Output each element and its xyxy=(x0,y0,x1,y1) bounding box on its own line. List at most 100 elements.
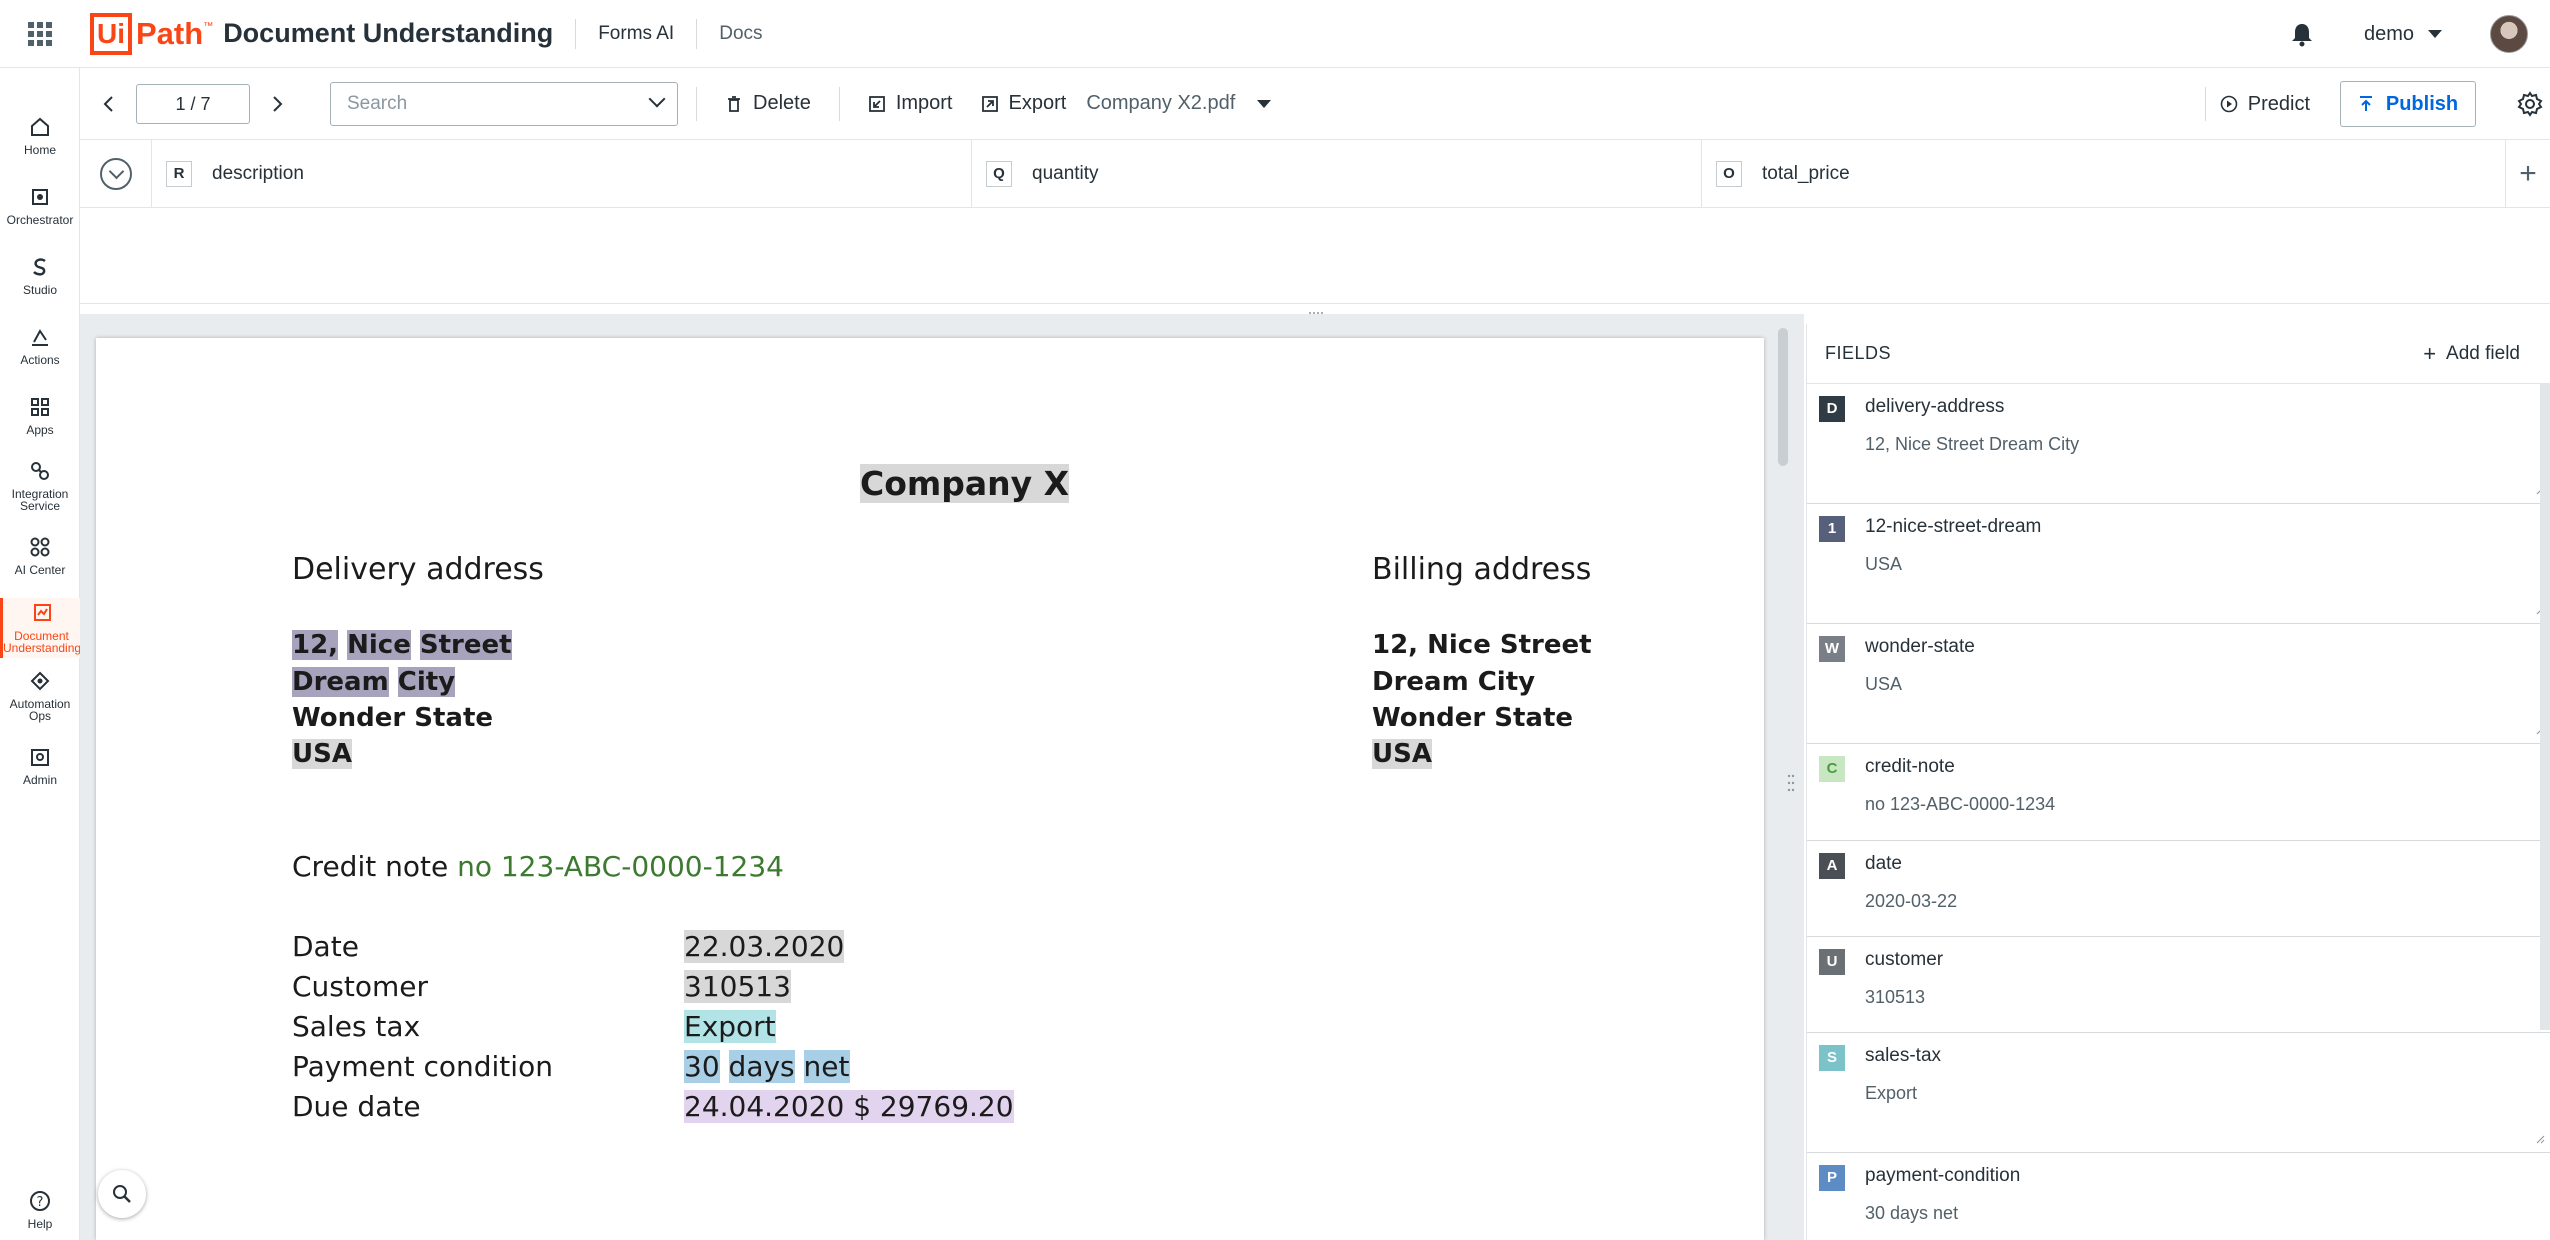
doc-due-date-value[interactable]: 24.04.2020 $ 29769.20 xyxy=(684,1090,1014,1123)
resize-handle-icon[interactable] xyxy=(2535,1134,2545,1144)
doc-delivery-line1[interactable]: 12, Nice Street xyxy=(292,630,512,660)
add-field-button[interactable]: + Add field xyxy=(2423,341,2520,367)
doc-word[interactable]: Street xyxy=(419,630,512,660)
nav-item-help[interactable]: ? Help xyxy=(0,1190,80,1230)
doc-delivery-line3[interactable]: Wonder State xyxy=(292,703,493,733)
logo-path: Path xyxy=(136,15,204,51)
help-icon: ? xyxy=(29,1190,51,1212)
column-header-quantity[interactable]: Q quantity xyxy=(972,139,1702,208)
predict-button[interactable]: Predict xyxy=(2220,93,2310,116)
previous-document-chevron-left-icon[interactable] xyxy=(90,86,126,122)
integration-service-icon xyxy=(29,460,51,482)
doc-payment-value[interactable]: 30 days net xyxy=(684,1050,850,1083)
avatar[interactable] xyxy=(2490,15,2528,53)
nav-item-integration-service[interactable]: Integration Service xyxy=(0,460,80,512)
field-value[interactable]: 12, Nice Street Dream City xyxy=(1865,434,2079,455)
home-icon xyxy=(29,116,51,138)
ai-center-icon xyxy=(29,536,51,558)
doc-delivery-line2[interactable]: Dream City xyxy=(292,667,456,697)
column-key-badge: Q xyxy=(986,160,1012,187)
field-value[interactable]: Export xyxy=(1865,1083,1917,1104)
doc-customer-value[interactable]: 310513 xyxy=(684,970,791,1003)
nav-item-apps[interactable]: Apps xyxy=(0,396,80,436)
doc-date-value[interactable]: 22.03.2020 xyxy=(684,930,845,963)
doc-billing-heading[interactable]: Billing address xyxy=(1372,552,1591,587)
panel-resize-grip[interactable] xyxy=(1786,772,1796,794)
doc-credit-note-line[interactable]: Credit note no 123-ABC-0000-1234 xyxy=(292,850,784,883)
zoom-button[interactable] xyxy=(98,1170,146,1218)
app-launcher-icon[interactable] xyxy=(28,21,52,46)
field-value[interactable]: USA xyxy=(1865,674,1902,695)
field-value[interactable]: USA xyxy=(1865,554,1902,575)
file-chevron-down-icon[interactable] xyxy=(1257,99,1272,108)
doc-delivery-line4[interactable]: USA xyxy=(292,739,352,769)
fields-scrollbar[interactable] xyxy=(2540,384,2550,1030)
field-value[interactable]: 30 days net xyxy=(1865,1203,1958,1224)
doc-word[interactable]: days xyxy=(728,1050,795,1083)
page-number-input[interactable]: 1 / 7 xyxy=(136,83,250,124)
field-card-date[interactable]: A date 2020-03-22 xyxy=(1807,841,2550,937)
doc-billing-line4[interactable]: USA xyxy=(1372,739,1432,769)
doc-customer-label[interactable]: Customer xyxy=(292,970,428,1003)
field-card-wonder-state[interactable]: W wonder-state USA xyxy=(1807,624,2550,744)
field-card-sales-tax[interactable]: S sales-tax Export xyxy=(1807,1033,2550,1153)
nav-item-document-understanding[interactable]: Document Understanding xyxy=(0,598,81,658)
nav-item-orchestrator[interactable]: Orchestrator xyxy=(0,186,80,226)
field-card-12-nice-street-dream[interactable]: 1 12-nice-street-dream USA xyxy=(1807,504,2550,624)
add-column-plus-icon[interactable]: + xyxy=(2506,140,2550,208)
nav-item-automation-ops[interactable]: Automation Ops xyxy=(0,670,80,722)
doc-word[interactable]: Nice xyxy=(347,630,411,660)
export-label: Export xyxy=(1008,92,1067,114)
nav-item-actions[interactable]: Actions xyxy=(0,326,80,366)
nav-item-admin[interactable]: Admin xyxy=(0,746,80,786)
doc-credit-label[interactable]: Credit note xyxy=(292,850,448,883)
trash-icon xyxy=(728,95,740,112)
doc-credit-value[interactable]: no 123-ABC-0000-1234 xyxy=(457,850,784,883)
doc-sales-tax-label[interactable]: Sales tax xyxy=(292,1010,420,1043)
delete-button[interactable]: Delete xyxy=(711,82,825,126)
docs-link[interactable]: Docs xyxy=(719,23,762,45)
nav-item-studio[interactable]: Studio xyxy=(0,256,80,296)
doc-billing-line2[interactable]: Dream City xyxy=(1372,667,1535,697)
doc-payment-label[interactable]: Payment condition xyxy=(292,1050,553,1083)
nav-label: Actions xyxy=(20,353,60,367)
document-name-dropdown[interactable]: Company X2.pdf xyxy=(1086,92,1235,115)
split-drag-handle[interactable] xyxy=(1308,306,1326,318)
notifications-bell-icon[interactable] xyxy=(2288,20,2316,48)
doc-date-label[interactable]: Date xyxy=(292,930,359,963)
forms-ai-link[interactable]: Forms AI xyxy=(598,23,674,45)
export-button[interactable]: Export xyxy=(967,82,1081,126)
search-dropdown[interactable]: Search xyxy=(330,81,678,126)
doc-billing-line1[interactable]: 12, Nice Street xyxy=(1372,630,1592,660)
field-card-credit-note[interactable]: C credit-note no 123-ABC-0000-1234 xyxy=(1807,744,2550,841)
import-button[interactable]: Import xyxy=(854,82,967,126)
doc-word[interactable]: 30 xyxy=(684,1050,720,1083)
doc-word[interactable]: 12, xyxy=(292,630,339,660)
publish-button[interactable]: Publish xyxy=(2340,81,2476,127)
doc-word[interactable]: City xyxy=(397,667,456,697)
field-card-customer[interactable]: U customer 310513 xyxy=(1807,937,2550,1033)
field-card-delivery-address[interactable]: D delivery-address 12, Nice Street Dream… xyxy=(1807,384,2550,504)
next-document-chevron-right-icon[interactable] xyxy=(260,86,296,122)
doc-due-date-label[interactable]: Due date xyxy=(292,1090,421,1123)
field-value[interactable]: no 123-ABC-0000-1234 xyxy=(1865,794,2055,815)
field-value[interactable]: 310513 xyxy=(1865,987,1925,1008)
nav-item-home[interactable]: Home xyxy=(0,116,80,156)
doc-word[interactable]: net xyxy=(803,1050,850,1083)
viewer-scrollbar[interactable] xyxy=(1778,328,1788,466)
doc-company-title[interactable]: Company X xyxy=(860,464,1070,503)
field-value[interactable]: 2020-03-22 xyxy=(1865,891,1957,912)
field-card-payment-condition[interactable]: P payment-condition 30 days net xyxy=(1807,1153,2550,1240)
doc-billing-line3[interactable]: Wonder State xyxy=(1372,703,1573,733)
doc-delivery-heading[interactable]: Delivery address xyxy=(292,552,544,587)
collapse-table-toggle[interactable] xyxy=(80,139,152,208)
uipath-logo[interactable]: Ui Path ™ Document Understanding xyxy=(90,12,553,55)
column-header-description[interactable]: R description xyxy=(152,139,972,208)
gear-icon[interactable] xyxy=(2516,90,2544,118)
column-header-total-price[interactable]: O total_price xyxy=(1702,139,2506,208)
user-name[interactable]: demo xyxy=(2364,23,2414,46)
nav-item-ai-center[interactable]: AI Center xyxy=(0,536,80,576)
doc-sales-tax-value[interactable]: Export xyxy=(684,1010,776,1043)
user-menu-chevron-down-icon[interactable] xyxy=(2428,30,2442,38)
doc-word[interactable]: Dream xyxy=(292,667,389,697)
